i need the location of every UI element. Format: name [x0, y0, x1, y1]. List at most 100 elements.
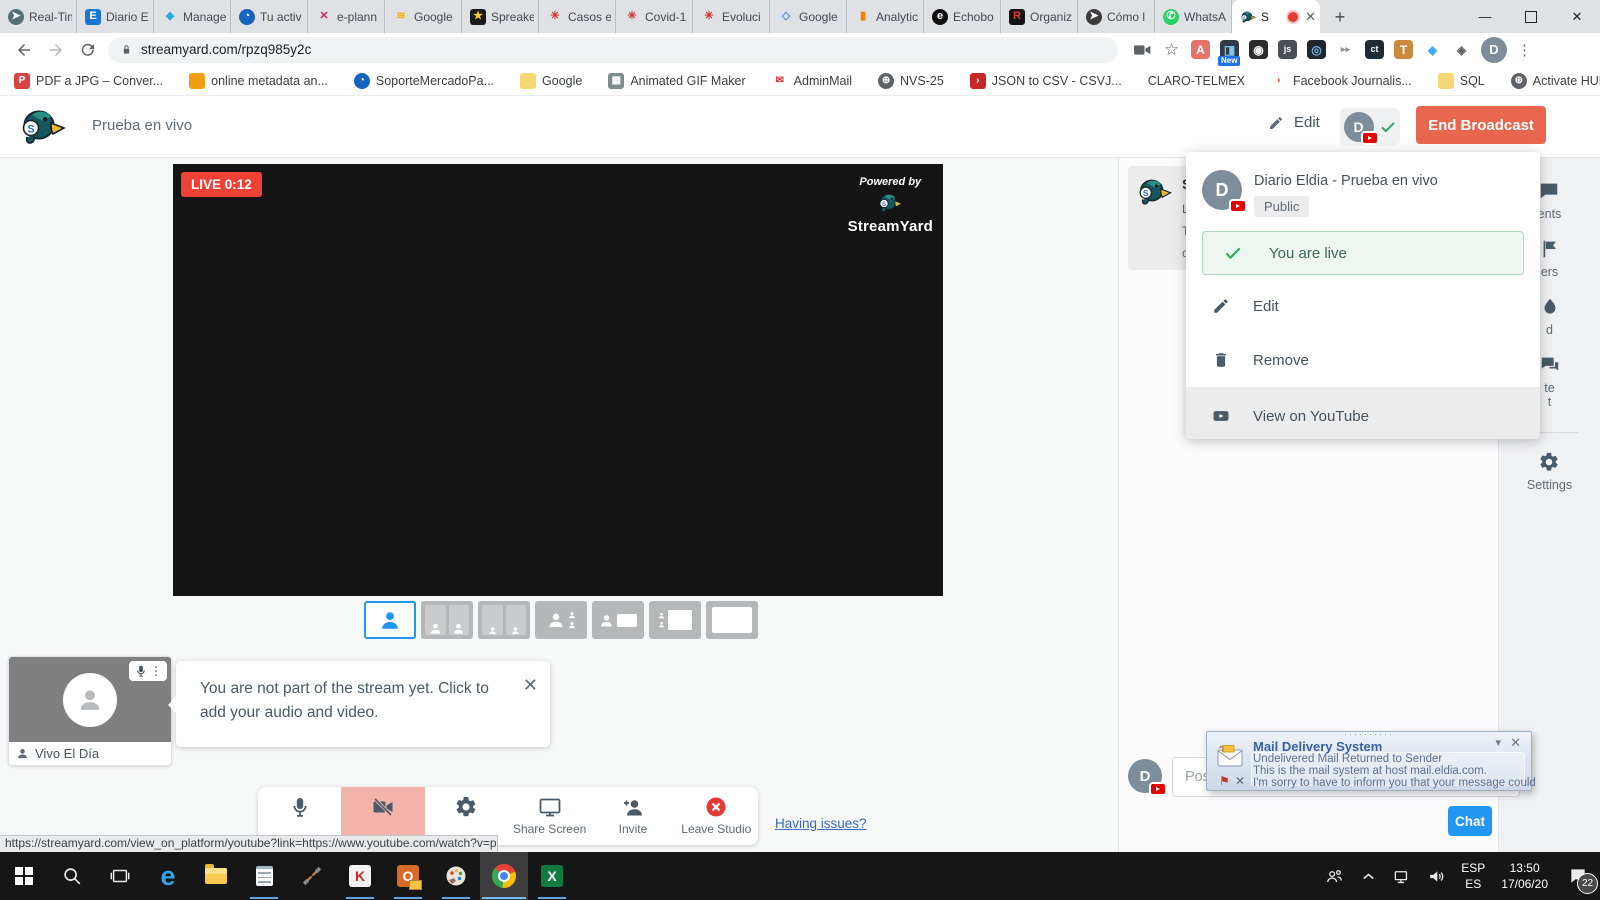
- taskbar-palette-icon[interactable]: [432, 852, 480, 900]
- sidebar-item-brand[interactable]: d: [1539, 296, 1561, 337]
- browser-tab-active[interactable]: SS✕: [1232, 0, 1320, 33]
- window-maximize-button[interactable]: [1508, 0, 1554, 33]
- flag-icon[interactable]: ⚑: [1219, 774, 1230, 788]
- browser-tab[interactable]: ◔Tu activ: [231, 0, 308, 33]
- end-broadcast-button[interactable]: End Broadcast: [1416, 106, 1546, 144]
- layout-button-full[interactable]: [706, 601, 758, 639]
- taskbar-start-icon[interactable]: [0, 852, 48, 900]
- reload-icon[interactable]: [79, 41, 97, 59]
- tooltip-close-icon[interactable]: ✕: [523, 673, 538, 697]
- bookmark-star-icon[interactable]: ☆: [1162, 40, 1181, 59]
- tab-close-icon[interactable]: ✕: [1305, 9, 1316, 25]
- taskbar-notepad-icon[interactable]: [240, 852, 288, 900]
- window-close-button[interactable]: ✕: [1554, 0, 1600, 33]
- address-bar[interactable]: streamyard.com/rpzq985y2c: [108, 37, 1118, 63]
- new-tab-button[interactable]: +: [1326, 3, 1354, 31]
- destination-chip[interactable]: D: [1340, 108, 1400, 146]
- chat-button[interactable]: Chat: [1448, 806, 1492, 836]
- popup-minimize-icon[interactable]: ▾: [1495, 736, 1501, 749]
- sidebar-item-privatechat[interactable]: te t: [1539, 354, 1561, 409]
- bookmark-item[interactable]: ◔SoporteMercadoPa...: [354, 73, 494, 89]
- tab-camera-indicator-icon[interactable]: [1132, 40, 1152, 60]
- bookmark-item[interactable]: ◗Facebook Journalis...: [1271, 73, 1412, 89]
- streamyard-logo-icon[interactable]: S: [18, 103, 66, 151]
- sidebar-item-comments[interactable]: ents: [1538, 180, 1562, 221]
- volume-icon[interactable]: [1419, 852, 1453, 900]
- layout-button-split[interactable]: [421, 601, 473, 639]
- bookmark-item[interactable]: SQL: [1438, 73, 1485, 89]
- taskbar-chrome-icon[interactable]: [480, 852, 528, 900]
- more-options-icon[interactable]: ⋮: [150, 665, 162, 677]
- edit-broadcast-button[interactable]: Edit: [1268, 114, 1320, 131]
- back-icon[interactable]: [15, 41, 33, 59]
- taskbar-edge-icon[interactable]: e: [144, 852, 192, 900]
- puzzle-extension-icon[interactable]: ◈: [1452, 40, 1471, 59]
- layout-button-small[interactable]: [478, 601, 530, 639]
- menu-item-remove[interactable]: Remove: [1186, 333, 1540, 387]
- bookmark-item[interactable]: ⊕NVS-25: [878, 73, 944, 89]
- browser-tab[interactable]: ✳Covid-1: [616, 0, 693, 33]
- pdf-extension-icon[interactable]: A: [1191, 40, 1210, 59]
- bookmark-item[interactable]: ✉AdminMail: [772, 73, 852, 89]
- share-button[interactable]: Share Screen: [508, 787, 591, 845]
- mail-title[interactable]: Mail Delivery System: [1253, 739, 1382, 754]
- clock[interactable]: 13:5017/06/20: [1493, 860, 1556, 892]
- network-icon[interactable]: [1385, 852, 1419, 900]
- layout-button-solo[interactable]: [364, 601, 416, 639]
- people-icon[interactable]: [1317, 852, 1351, 900]
- chevron-up-icon[interactable]: [1351, 852, 1385, 900]
- browser-tab[interactable]: ✳Evoluci: [693, 0, 770, 33]
- participant-video[interactable]: ⋮: [9, 657, 171, 742]
- participant-tile[interactable]: ⋮ Vivo El Día: [8, 656, 172, 766]
- browser-tab[interactable]: ✳Casos e: [539, 0, 616, 33]
- profile-avatar[interactable]: D: [1481, 37, 1507, 63]
- taskbar-taskview-icon[interactable]: [96, 852, 144, 900]
- browser-tab[interactable]: ◇Google: [770, 0, 847, 33]
- browser-tab[interactable]: ➤Real-Tim: [0, 0, 77, 33]
- bookmark-item[interactable]: PPDF a JPG – Conver...: [14, 73, 163, 89]
- mic-icon[interactable]: [134, 664, 148, 678]
- target-extension-icon[interactable]: ◎: [1307, 40, 1326, 59]
- browser-tab[interactable]: ROrganiz: [1001, 0, 1078, 33]
- taskbar-folder-icon[interactable]: [192, 852, 240, 900]
- browser-tab[interactable]: ★Spreake: [462, 0, 539, 33]
- language-indicator[interactable]: ESPES: [1453, 860, 1493, 892]
- js-toggle-extension-icon[interactable]: js: [1278, 40, 1297, 59]
- action-center-icon[interactable]: 22: [1556, 852, 1600, 900]
- taskbar-outlook-icon[interactable]: O: [384, 852, 432, 900]
- bookmark-item[interactable]: CLARO-TELMEX: [1148, 74, 1245, 88]
- invite-button[interactable]: Invite: [591, 787, 674, 845]
- taskbar-tools-icon[interactable]: [288, 852, 336, 900]
- delete-icon[interactable]: ✕: [1235, 774, 1245, 788]
- browser-tab[interactable]: ✆WhatsA: [1155, 0, 1232, 33]
- leave-button[interactable]: Leave Studio: [675, 787, 758, 845]
- feather-extension-icon[interactable]: ◆: [1423, 40, 1442, 59]
- window-minimize-button[interactable]: —: [1462, 0, 1508, 33]
- browser-tab[interactable]: ▮Analytic: [847, 0, 924, 33]
- layout-button-screencol[interactable]: [649, 601, 701, 639]
- menu-item-view-on-youtube[interactable]: View on YouTube: [1186, 388, 1540, 439]
- tool-extension-icon[interactable]: T: [1394, 40, 1413, 59]
- layout-button-screen[interactable]: [592, 601, 644, 639]
- ct-extension-icon[interactable]: ct: [1365, 40, 1384, 59]
- browser-menu-icon[interactable]: ⋮: [1517, 41, 1533, 59]
- taskbar-excel-icon[interactable]: X: [528, 852, 576, 900]
- having-issues-link[interactable]: Having issues?: [775, 816, 867, 831]
- forward-icon[interactable]: [47, 41, 65, 59]
- taskbar-kapp-icon[interactable]: K: [336, 852, 384, 900]
- bookmark-item[interactable]: online metadata an...: [189, 73, 328, 89]
- bookmark-item[interactable]: Google: [520, 73, 582, 89]
- invid-extension-icon[interactable]: ▸▸: [1336, 40, 1355, 59]
- screen-capture-extension-icon[interactable]: ◨New: [1220, 40, 1239, 59]
- layout-button-sidebar[interactable]: [535, 601, 587, 639]
- popup-close-icon[interactable]: ✕: [1510, 735, 1521, 751]
- browser-tab[interactable]: ✕e-plann: [308, 0, 385, 33]
- bookmark-item[interactable]: ›JSON to CSV - CSVJ...: [970, 73, 1122, 89]
- sidebar-item-banners[interactable]: ers: [1539, 238, 1561, 279]
- mail-notification-popup[interactable]: ·········· Mail Delivery System Undelive…: [1206, 731, 1532, 791]
- browser-tab[interactable]: ➤Cómo l: [1078, 0, 1155, 33]
- browser-tab[interactable]: eEchobo: [924, 0, 1001, 33]
- browser-tab[interactable]: ≋Google: [385, 0, 462, 33]
- browser-tab[interactable]: EDiario E: [77, 0, 154, 33]
- privacy-extension-icon[interactable]: ◉: [1249, 40, 1268, 59]
